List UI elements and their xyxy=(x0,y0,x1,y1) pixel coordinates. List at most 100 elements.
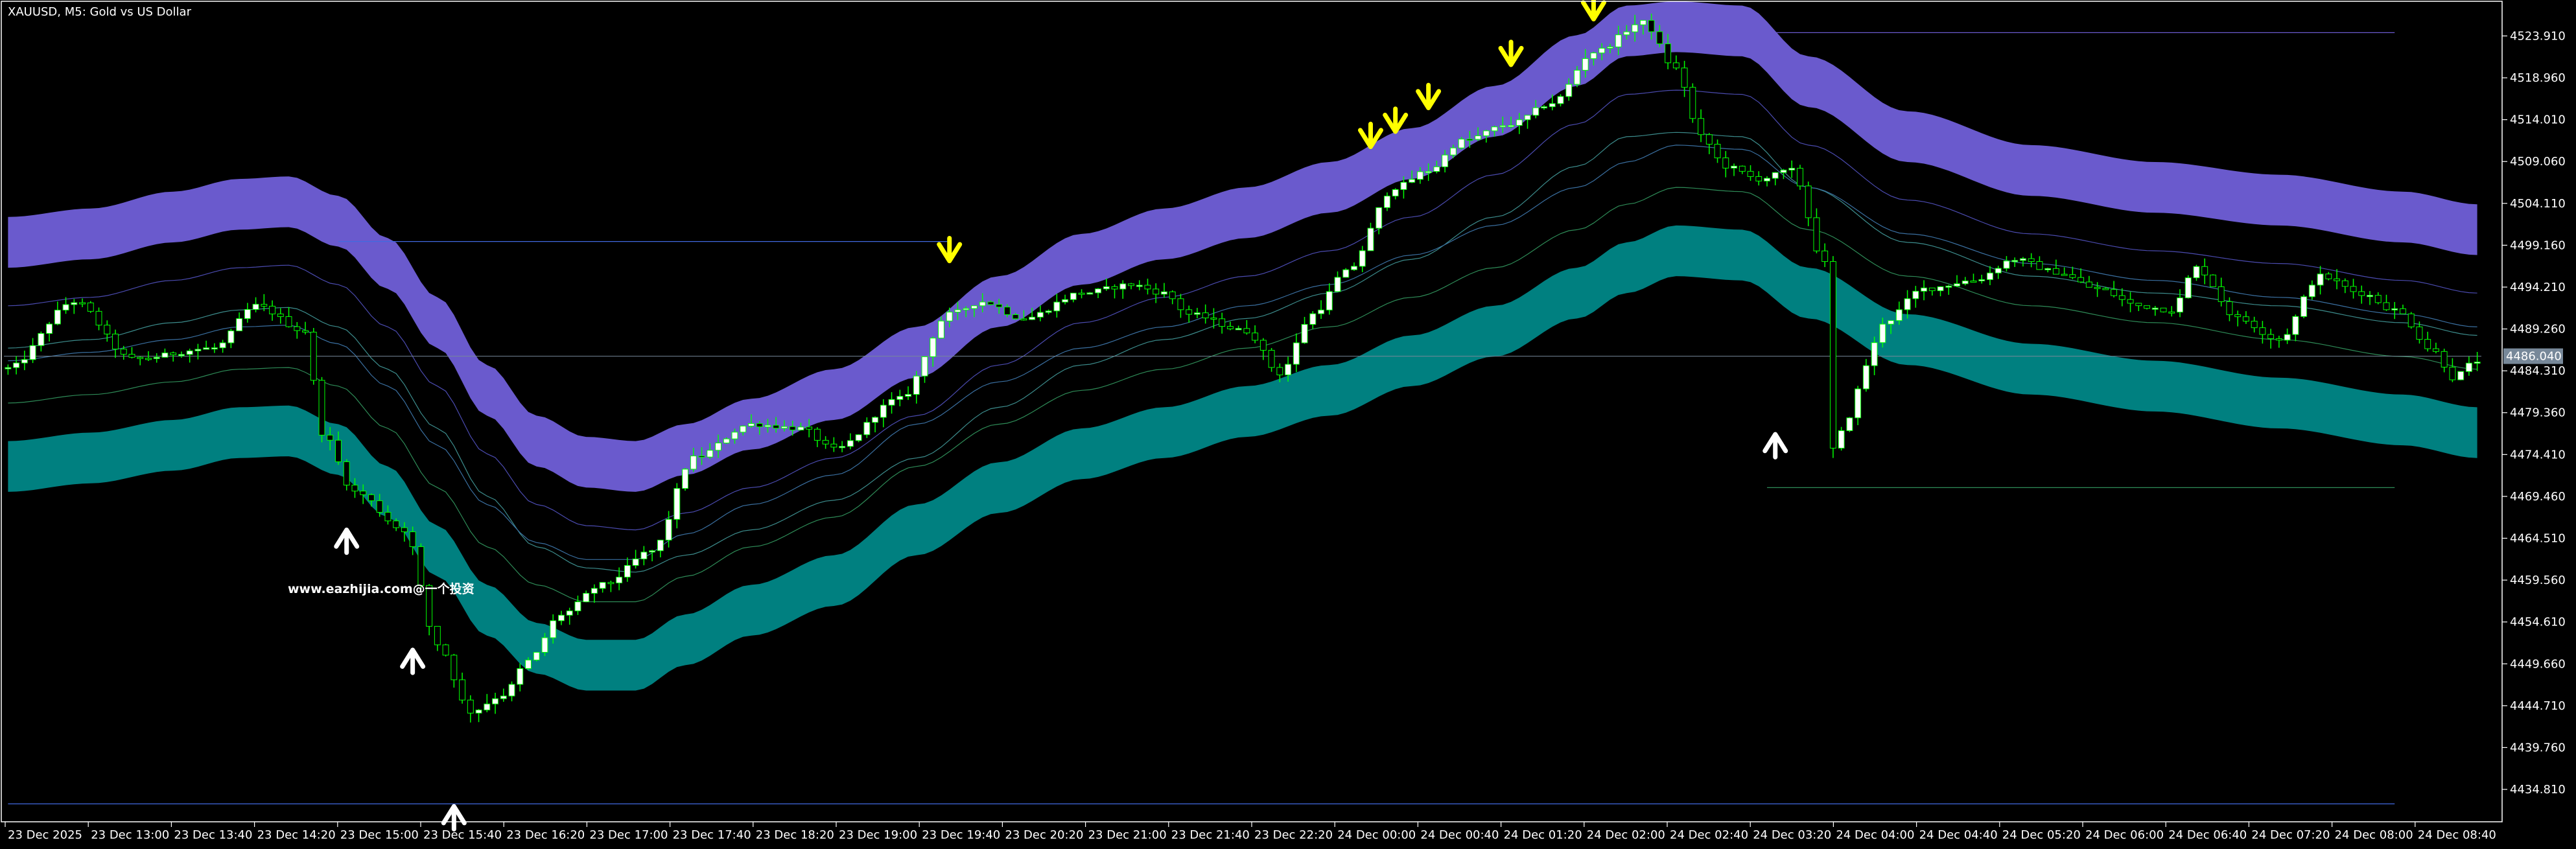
candle-body xyxy=(1003,307,1011,315)
candle-body xyxy=(1598,47,1606,54)
candle-body xyxy=(128,354,135,358)
candle-body xyxy=(1846,417,1853,432)
candle-body xyxy=(178,354,185,356)
candle-body xyxy=(2465,362,2472,372)
candle-body xyxy=(1070,292,1077,300)
candle-body xyxy=(740,425,747,433)
candle-body xyxy=(1029,316,1036,320)
candle-body xyxy=(1615,34,1622,47)
candle-body xyxy=(690,455,697,470)
candle-body xyxy=(2284,334,2291,341)
candle-body xyxy=(715,443,721,451)
candle-body xyxy=(780,426,788,429)
candle-body xyxy=(1458,139,1465,148)
candle-body xyxy=(1499,125,1506,128)
candle xyxy=(87,301,94,313)
candle-body xyxy=(2317,273,2324,286)
candle-body xyxy=(806,426,813,430)
candle-body xyxy=(2151,307,2159,310)
x-tick-label: 23 Dec 19:00 xyxy=(839,828,917,842)
candle-body xyxy=(1954,283,1960,286)
candle-body xyxy=(1268,349,1275,368)
candle-body xyxy=(1639,19,1646,25)
candle-body xyxy=(2242,316,2249,322)
candle-body xyxy=(1119,283,1127,290)
y-tick-label: 4459.560 xyxy=(2510,574,2566,587)
x-tick-label: 23 Dec 20:20 xyxy=(1005,828,1083,842)
price-chart[interactable]: 4523.910 4518.960 4514.010 4509.060 4504.110… xyxy=(0,0,2576,849)
candle xyxy=(1838,426,1845,451)
candle-body xyxy=(1111,286,1118,290)
candle-body xyxy=(1937,286,1944,292)
candle-body xyxy=(1334,277,1341,292)
candle-body xyxy=(872,417,879,423)
candle-body xyxy=(1987,272,1993,280)
candle-body xyxy=(1177,298,1184,310)
y-tick-label: 4484.310 xyxy=(2510,364,2566,378)
x-tick-label: 24 Dec 06:40 xyxy=(2168,828,2247,842)
candle-body xyxy=(21,359,28,364)
candle-body xyxy=(1359,250,1366,267)
candle-body xyxy=(1590,52,1597,59)
candle-body xyxy=(409,531,416,548)
x-tick-label: 23 Dec 2025 xyxy=(8,828,82,842)
candle-body xyxy=(2144,305,2150,309)
y-tick-label: 4523.910 xyxy=(2510,29,2566,43)
candle-body xyxy=(1516,119,1523,126)
candle-body xyxy=(228,331,235,343)
candle-body xyxy=(194,349,202,351)
candle-body xyxy=(451,655,458,680)
candle-body xyxy=(550,620,557,638)
current-price-label: 4486.040 xyxy=(2503,348,2563,364)
candle-body xyxy=(112,333,119,350)
candle-body xyxy=(1524,115,1531,121)
candle-body xyxy=(1928,287,1936,292)
candle-body xyxy=(905,394,911,397)
candle-body xyxy=(673,488,681,520)
candle-body xyxy=(979,301,986,307)
candle-body xyxy=(1128,283,1134,286)
candle-body xyxy=(1557,96,1564,104)
candle-body xyxy=(2127,299,2134,304)
candle-body xyxy=(1392,189,1399,197)
candle-body xyxy=(1788,168,1796,170)
x-tick-label: 24 Dec 02:40 xyxy=(1670,828,1748,842)
candle-body xyxy=(1210,318,1217,320)
candle-body xyxy=(417,546,425,586)
candle-body xyxy=(1351,266,1357,270)
candle-body xyxy=(459,679,466,701)
candle-body xyxy=(186,350,193,355)
candle-body xyxy=(2457,371,2465,380)
candle-body xyxy=(723,438,730,444)
candle-body xyxy=(583,592,590,603)
candle-body xyxy=(1829,261,1836,449)
candle-body xyxy=(954,309,961,313)
candle-body xyxy=(2391,308,2398,310)
candle-body xyxy=(1309,313,1317,325)
candle-body xyxy=(946,312,953,321)
y-tick-label: 4499.160 xyxy=(2510,238,2566,252)
candle-body xyxy=(2201,266,2208,275)
candle-body xyxy=(1400,181,1407,191)
candle-body xyxy=(2432,348,2439,352)
candle xyxy=(1829,256,1836,458)
y-tick-label: 4494.210 xyxy=(2510,281,2566,294)
candle-body xyxy=(71,302,78,305)
candle xyxy=(1342,268,1350,278)
candle-body xyxy=(541,637,548,653)
x-tick-label: 23 Dec 17:40 xyxy=(673,828,751,842)
candle-body xyxy=(748,423,755,426)
candle-body xyxy=(2102,288,2109,290)
candle-body xyxy=(335,439,342,462)
candle xyxy=(2160,307,2167,313)
x-tick-label: 24 Dec 00:40 xyxy=(1420,828,1499,842)
candle-body xyxy=(574,601,581,612)
x-tick-label: 24 Dec 03:20 xyxy=(1753,828,1831,842)
candle-body xyxy=(607,582,615,585)
candle-body xyxy=(1541,106,1547,109)
candle-body xyxy=(1285,364,1292,375)
candle-body xyxy=(2251,321,2258,329)
candle-body xyxy=(1995,268,2002,273)
candle xyxy=(1796,165,1803,190)
candle-body xyxy=(1855,388,1862,419)
